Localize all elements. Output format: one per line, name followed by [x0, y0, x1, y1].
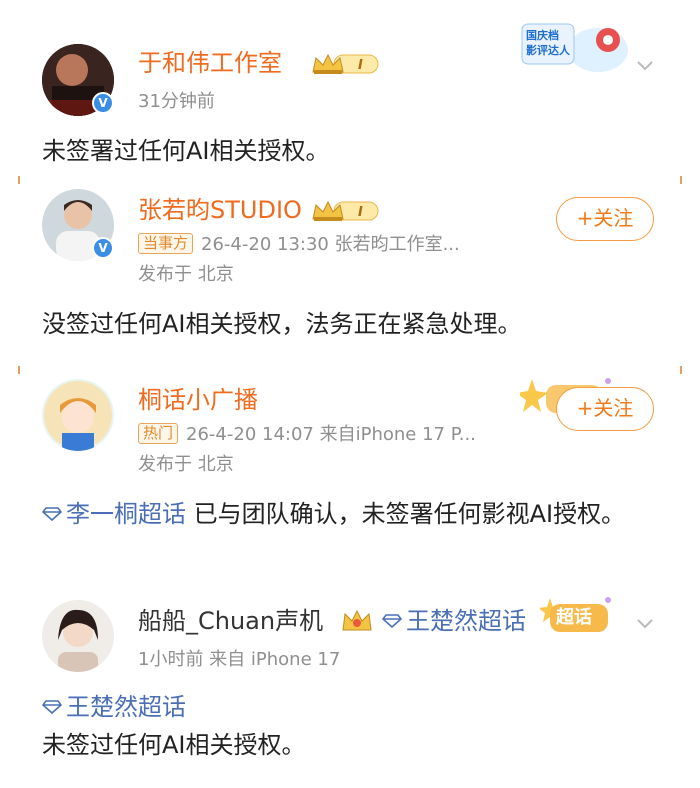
separator-tick [18, 366, 20, 374]
verified-icon: V [92, 237, 114, 259]
post-3: 桐话小广播 +关注 热门 26-4-20 14:07 来自iPhone 17 P.… [0, 375, 700, 580]
avatar[interactable] [42, 379, 114, 451]
post-1: V 于和伟工作室 I 31分钟前 国庆档 影评达人 未签署过任何AI相关授权。 [0, 0, 700, 175]
diamond-icon [382, 614, 402, 628]
svg-text:I: I [358, 205, 363, 220]
post-topic-line[interactable]: 王楚然超话 [42, 688, 662, 726]
level-badge-icon: I [312, 53, 379, 74]
status-badge: 热门 [138, 423, 179, 444]
post-4: 船船_Chuan声机 王楚然超话 超话 1小时前 来自 iPhone 17 王楚… [0, 590, 700, 788]
user-name[interactable]: 桐话小广播 [138, 385, 258, 415]
super-topic-inline-label: 王楚然超话 [406, 607, 526, 635]
post-time-source: 26-4-20 14:07 来自iPhone 17 P... [186, 424, 476, 445]
user-name[interactable]: 于和伟工作室 [138, 48, 282, 78]
level-badge-text: I [358, 58, 363, 73]
post-time-source: 26-4-20 13:30 张若昀工作室... [201, 234, 460, 255]
post-location: 发布于 北京 [138, 264, 234, 285]
super-topic-inline[interactable]: 王楚然超话 [382, 606, 526, 636]
user-name[interactable]: 张若昀STUDIO [138, 195, 302, 225]
follow-button[interactable]: +关注 [556, 387, 654, 431]
post-content: 没签过任何AI相关授权，法务正在紧急处理。 [42, 310, 522, 338]
follow-button[interactable]: +关注 [556, 197, 654, 241]
chevron-down-icon[interactable] [636, 56, 654, 74]
corner-badge: 国庆档 影评达人 [520, 20, 630, 74]
super-topic-label: 李一桐超话 [66, 500, 186, 528]
super-topic-label: 王楚然超话 [66, 693, 186, 721]
corner-badge-text: 国庆档 影评达人 [526, 29, 570, 57]
post-meta: 热门 26-4-20 14:07 来自iPhone 17 P... [138, 423, 476, 447]
super-topic-badge: 超话 [540, 596, 614, 636]
post-time-source: 1小时前 来自 iPhone 17 [138, 649, 341, 670]
post-text: 已与团队确认，未签署任何影视AI授权。 [186, 500, 626, 528]
diamond-icon [42, 507, 62, 521]
diamond-icon [42, 700, 62, 714]
post-content: 未签过任何AI相关授权。 [42, 731, 306, 759]
avatar[interactable] [42, 600, 114, 672]
post-content: 李一桐超话 已与团队确认，未签署任何影视AI授权。 [42, 495, 662, 533]
separator-tick [18, 176, 20, 184]
level-badge-icon: I [312, 200, 379, 221]
super-topic-link[interactable]: 李一桐超话 [42, 500, 186, 528]
verified-icon: V [92, 92, 114, 114]
post-time: 31分钟前 [138, 91, 215, 112]
separator-tick [680, 366, 682, 374]
user-name[interactable]: 船船_Chuan声机 [138, 606, 323, 636]
post-2: V 张若昀STUDIO I +关注 当事方 26-4-20 13:30 张若昀工作… [0, 185, 700, 355]
chevron-down-icon[interactable] [636, 614, 654, 632]
post-meta: 当事方 26-4-20 13:30 张若昀工作室... [138, 233, 460, 257]
crown-icon [342, 609, 372, 631]
status-badge: 当事方 [138, 233, 194, 254]
post-content: 未签署过任何AI相关授权。 [42, 137, 330, 165]
super-topic-badge-text: 超话 [556, 607, 592, 628]
post-location: 发布于 北京 [138, 454, 234, 475]
separator-tick [680, 176, 682, 184]
